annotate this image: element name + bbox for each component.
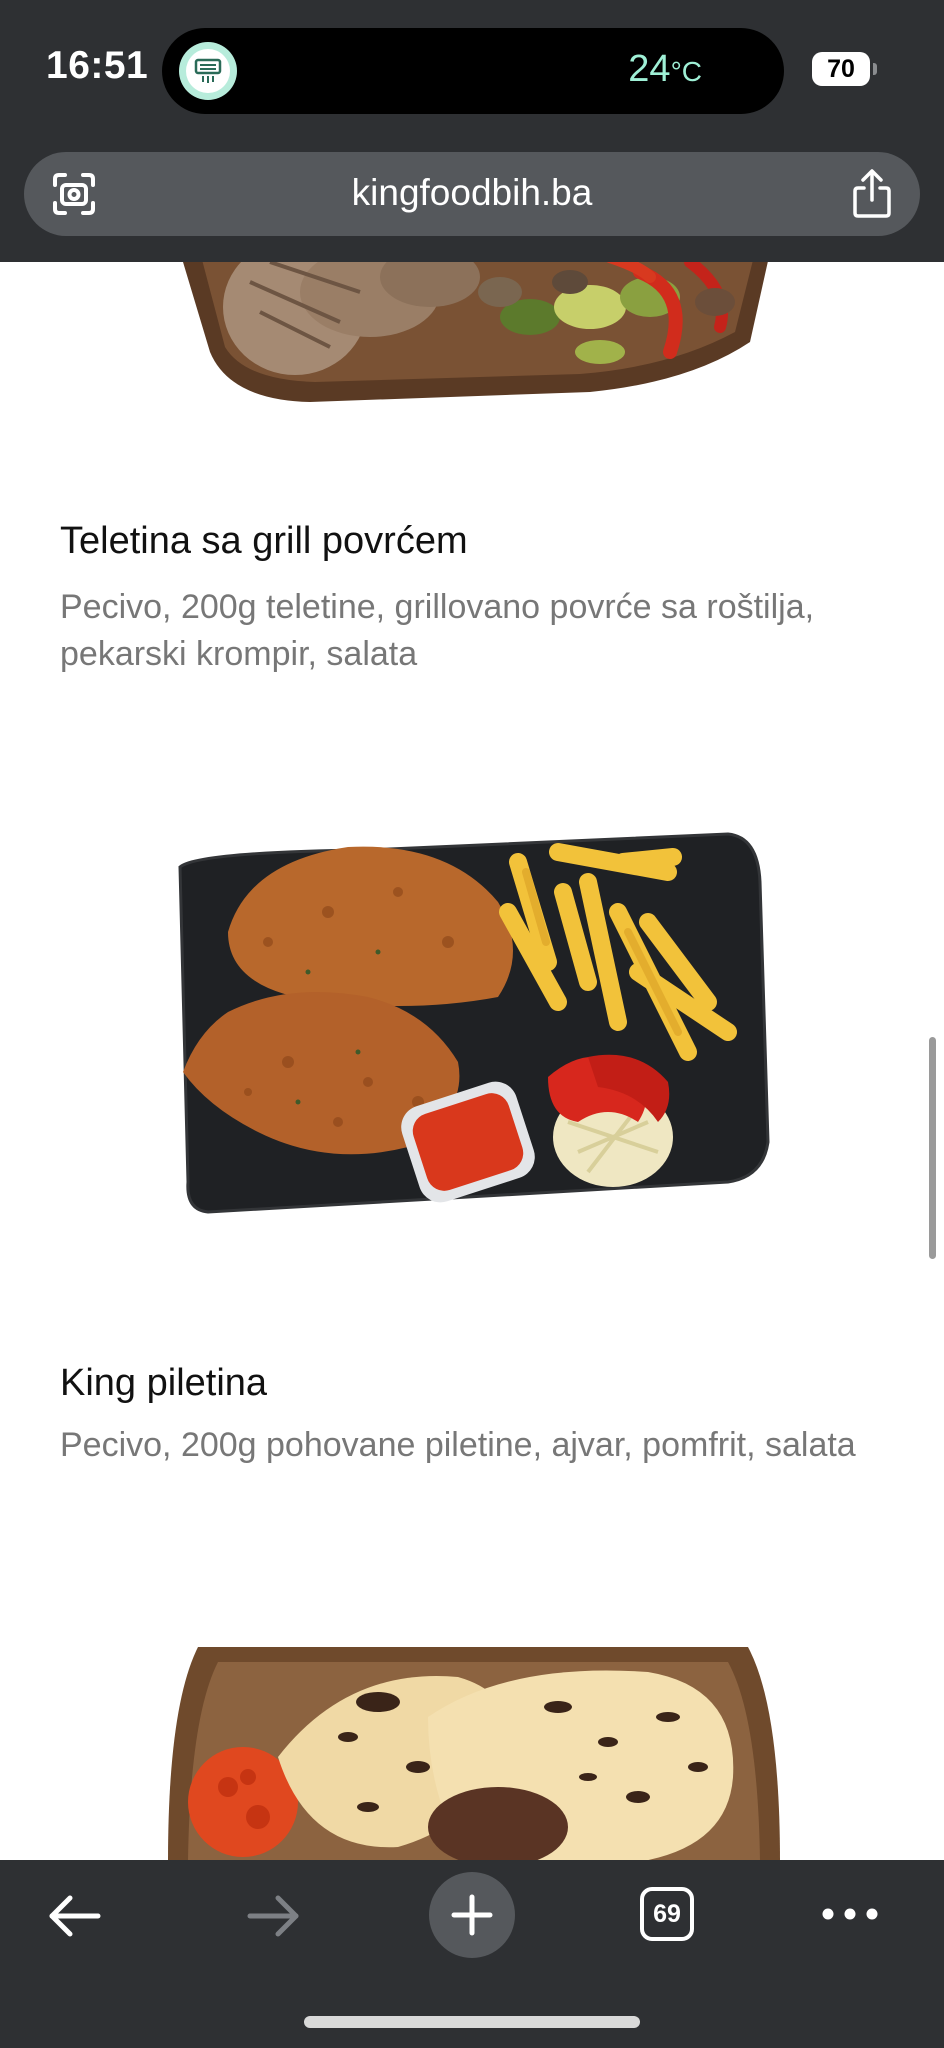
share-icon[interactable] (848, 168, 896, 220)
top-chrome: 16:51 24°C 70 kingfoodbih.ba (0, 0, 944, 262)
dynamic-island[interactable]: 24°C (162, 28, 784, 114)
plus-icon[interactable] (429, 1872, 515, 1958)
temperature-value: 24 (628, 48, 671, 90)
live-activity-temperature: 24°C (628, 48, 702, 91)
status-time: 16:51 (46, 44, 149, 87)
menu-item-description: Pecivo, 200g teletine, grillovano povrće… (60, 588, 815, 673)
menu-item-title: Teletina sa grill povrćem (60, 520, 468, 562)
food-image-king-piletina (178, 832, 770, 1214)
scroll-indicator[interactable] (929, 1037, 936, 1259)
more-dots-icon[interactable] (818, 1894, 882, 1934)
tabs-icon[interactable]: 69 (640, 1887, 694, 1941)
arrow-right-icon[interactable] (244, 1888, 304, 1944)
home-indicator[interactable] (304, 2016, 640, 2028)
battery-level: 70 (827, 54, 855, 83)
address-bar[interactable]: kingfoodbih.ba (24, 152, 920, 236)
food-image-teletina (183, 262, 768, 402)
live-activity-app-icon (179, 42, 237, 100)
menu-item-description: Pecivo, 200g pohovane piletine, ajvar, p… (60, 1426, 856, 1464)
arrow-left-icon[interactable] (44, 1888, 104, 1944)
url-text[interactable]: kingfoodbih.ba (24, 172, 920, 214)
tab-count: 69 (653, 1899, 681, 1928)
page-content: Teletina sa grill povrćem Pecivo, 200g t… (0, 262, 944, 1860)
food-image-lepinja (168, 1647, 780, 1860)
menu-item-title: King piletina (60, 1362, 268, 1404)
battery-indicator: 70 (812, 52, 877, 86)
temperature-unit: °C (670, 56, 702, 87)
